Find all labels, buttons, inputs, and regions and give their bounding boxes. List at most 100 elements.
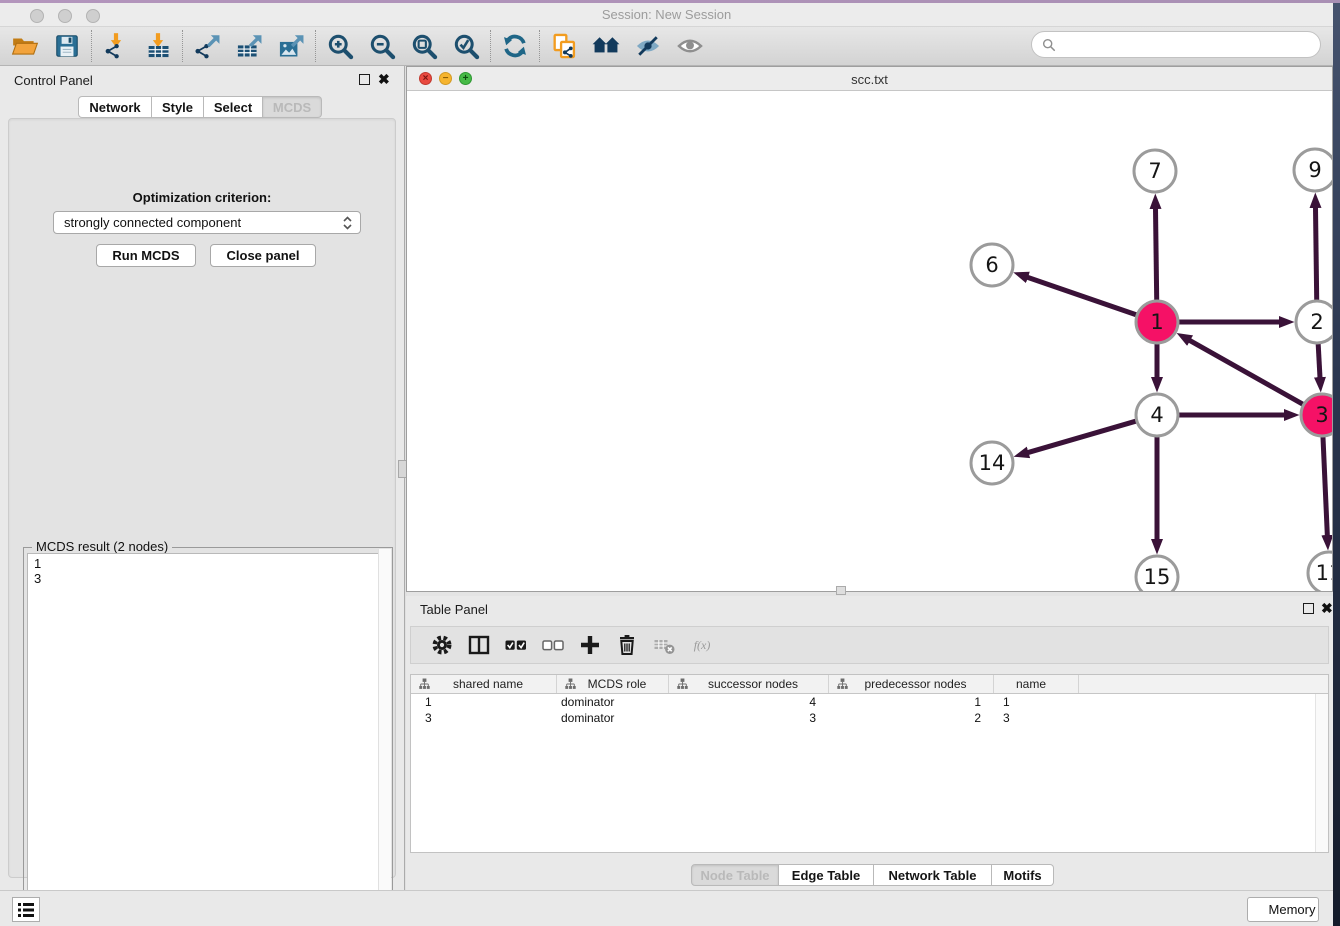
zoom-in-button[interactable]	[319, 28, 361, 64]
export-table-button[interactable]	[228, 28, 270, 64]
edge-3-11[interactable]	[1323, 434, 1328, 536]
control-panel-close-button[interactable]: ✖	[378, 70, 390, 88]
tab-network-table[interactable]: Network Table	[874, 864, 992, 886]
tab-select[interactable]: Select	[204, 96, 263, 118]
network-canvas[interactable]: 1234678910111415	[407, 91, 1332, 591]
tab-network[interactable]: Network	[78, 96, 152, 118]
export-image-button[interactable]	[270, 28, 312, 64]
search-field[interactable]	[1031, 31, 1321, 58]
horizontal-splitter-grip[interactable]	[836, 586, 846, 595]
graph-node-4[interactable]	[1136, 394, 1178, 436]
export-image-icon	[277, 32, 305, 60]
edge-2-3[interactable]	[1318, 341, 1320, 378]
toolbar-separator	[91, 30, 92, 62]
settings-button[interactable]	[423, 628, 460, 662]
toolbar-separator	[539, 30, 540, 62]
graph-node-15[interactable]	[1136, 556, 1178, 591]
cell-predecessor-nodes[interactable]: 1	[829, 694, 994, 710]
zoom-out-button[interactable]	[361, 28, 403, 64]
zoom-fit-button[interactable]	[403, 28, 445, 64]
table-panel-close-button[interactable]: ✖	[1321, 599, 1333, 617]
open-file-button[interactable]	[4, 28, 46, 64]
graph-node-3[interactable]	[1301, 394, 1332, 436]
import-table-button[interactable]	[137, 28, 179, 64]
clone-network-button[interactable]	[543, 28, 585, 64]
column-header-predecessor-nodes[interactable]: predecessor nodes	[829, 675, 994, 693]
select-all-checks-button[interactable]	[497, 628, 534, 662]
graph-node-2[interactable]	[1296, 301, 1332, 343]
column-label: name	[994, 677, 1078, 691]
export-table-icon	[235, 32, 263, 60]
network-window-titlebar[interactable]: × − + scc.txt	[407, 67, 1332, 91]
close-panel-button[interactable]: Close panel	[210, 244, 316, 267]
cell-successor-nodes[interactable]: 4	[669, 694, 829, 710]
column-header-MCDS-role[interactable]: MCDS role	[557, 675, 669, 693]
import-network-button[interactable]	[95, 28, 137, 64]
network-graph: 1234678910111415	[407, 91, 1332, 591]
optimization-select[interactable]: strongly connected component	[53, 211, 361, 234]
function-builder-button: f(x)	[682, 628, 728, 662]
column-header-shared-name[interactable]: shared name	[411, 675, 557, 693]
search-input[interactable]	[1062, 37, 1310, 52]
save-session-button[interactable]	[46, 28, 88, 64]
table-header-row: shared name MCDS role successor nodes pr…	[411, 675, 1328, 694]
add-column-button[interactable]	[571, 628, 608, 662]
run-mcds-button[interactable]: Run MCDS	[96, 244, 196, 267]
tab-mcds[interactable]: MCDS	[263, 96, 322, 118]
control-panel-title: Control Panel	[14, 73, 93, 88]
split-columns-icon	[467, 633, 491, 657]
graph-node-1[interactable]	[1136, 301, 1178, 343]
cell-successor-nodes[interactable]: 3	[669, 710, 829, 726]
hide-selected-button[interactable]	[627, 28, 669, 64]
column-header-name[interactable]: name	[994, 675, 1079, 693]
cell-name[interactable]: 3	[994, 710, 1079, 726]
table-toolbar: f(x)	[410, 626, 1329, 664]
refresh-layout-button[interactable]	[494, 28, 536, 64]
export-network-button[interactable]	[186, 28, 228, 64]
zoom-in-icon	[326, 32, 354, 60]
table-row-2[interactable]: 3dominator323	[411, 710, 1328, 726]
memory-button[interactable]: Memory	[1247, 897, 1319, 922]
graph-node-9[interactable]	[1294, 149, 1332, 191]
graph-node-7[interactable]	[1134, 150, 1176, 192]
window-titlebar[interactable]: Session: New Session	[0, 3, 1333, 27]
zoom-selected-button[interactable]	[445, 28, 487, 64]
mcds-panel: Optimization criterion: strongly connect…	[8, 118, 396, 878]
cell-shared-name[interactable]: 3	[411, 710, 557, 726]
cell-predecessor-nodes[interactable]: 2	[829, 710, 994, 726]
tab-style[interactable]: Style	[152, 96, 204, 118]
graph-node-11[interactable]	[1308, 552, 1332, 591]
cell-name[interactable]: 1	[994, 694, 1079, 710]
cell-MCDS-role[interactable]: dominator	[557, 694, 669, 710]
edge-1-7[interactable]	[1155, 208, 1156, 303]
graph-node-14[interactable]	[971, 442, 1013, 484]
column-header-successor-nodes[interactable]: successor nodes	[669, 675, 829, 693]
table-panel-title: Table Panel	[420, 602, 488, 617]
table-scrollbar[interactable]	[1315, 694, 1328, 852]
cell-shared-name[interactable]: 1	[411, 694, 557, 710]
first-neighbors-button[interactable]	[585, 28, 627, 64]
table-row-1[interactable]: 1dominator411	[411, 694, 1328, 710]
task-history-button[interactable]	[12, 897, 40, 922]
delete-table-button	[645, 628, 682, 662]
refresh-layout-icon	[501, 32, 529, 60]
edge-1-6[interactable]	[1027, 277, 1139, 316]
cell-MCDS-role[interactable]: dominator	[557, 710, 669, 726]
tab-edge-table[interactable]: Edge Table	[779, 864, 874, 886]
edge-3-1[interactable]	[1189, 340, 1305, 406]
deselect-all-checks-button[interactable]	[534, 628, 571, 662]
mcds-result-scrollbar[interactable]	[378, 549, 391, 917]
split-columns-button[interactable]	[460, 628, 497, 662]
mcds-result-text[interactable]: 1 3	[27, 553, 391, 923]
toolbar-separator	[315, 30, 316, 62]
tab-node-table[interactable]: Node Table	[691, 864, 779, 886]
tab-motifs[interactable]: Motifs	[992, 864, 1054, 886]
edge-4-14[interactable]	[1028, 420, 1139, 452]
edge-2-9[interactable]	[1315, 207, 1316, 303]
delete-column-icon	[615, 633, 639, 657]
table-panel-float-button[interactable]	[1303, 603, 1314, 614]
graph-node-6[interactable]	[971, 244, 1013, 286]
delete-column-button[interactable]	[608, 628, 645, 662]
show-all-button[interactable]	[669, 28, 711, 64]
control-panel-float-button[interactable]	[359, 74, 370, 85]
